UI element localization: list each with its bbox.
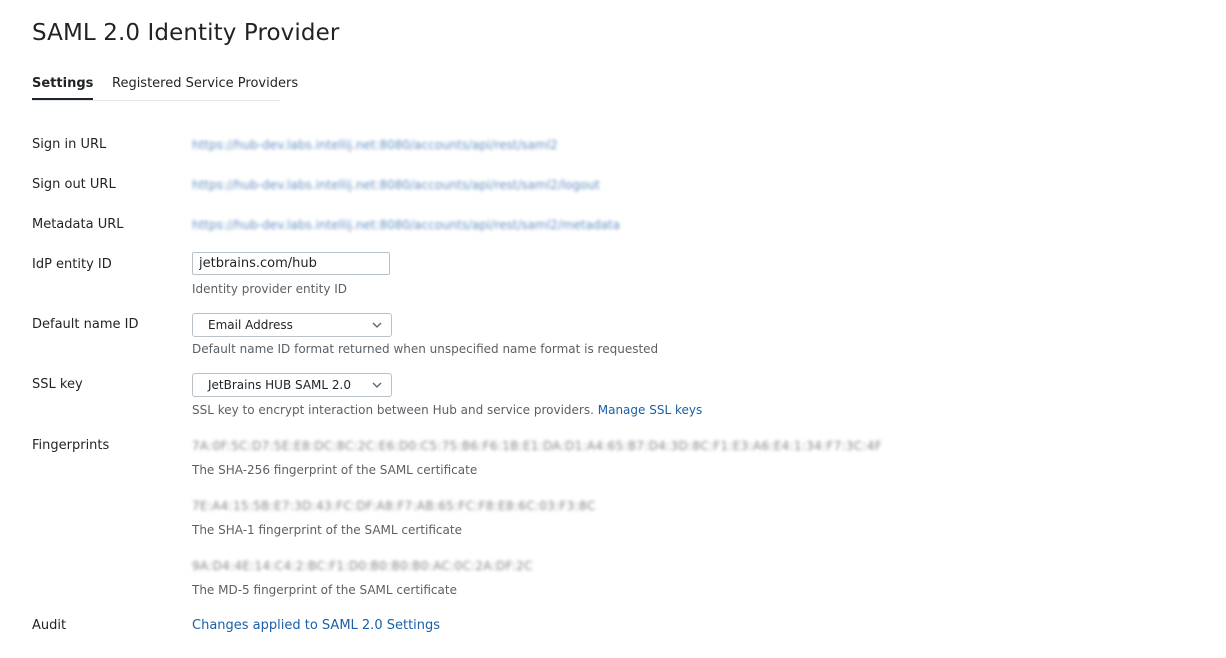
tab-registered-service-providers[interactable]: Registered Service Providers (112, 75, 298, 93)
tab-bar: Settings Registered Service Providers (32, 75, 298, 101)
sign-in-url-label: Sign in URL (32, 137, 107, 152)
tab-settings[interactable]: Settings (32, 75, 94, 100)
sign-out-url-value: https://hub-dev.labs.intellij.net:8080/a… (192, 178, 600, 192)
manage-ssl-keys-link[interactable]: Manage SSL keys (598, 403, 702, 417)
metadata-url-label: Metadata URL (32, 217, 124, 232)
sha1-fingerprint-hint: The SHA-1 fingerprint of the SAML certif… (192, 523, 462, 537)
metadata-url-value: https://hub-dev.labs.intellij.net:8080/a… (192, 218, 620, 232)
default-name-id-hint: Default name ID format returned when uns… (192, 342, 659, 356)
audit-changes-link[interactable]: Changes applied to SAML 2.0 Settings (192, 617, 440, 635)
ssl-key-value: JetBrains HUB SAML 2.0 (208, 378, 351, 392)
default-name-id-label: Default name ID (32, 317, 139, 332)
audit-label: Audit (32, 618, 67, 633)
sha256-fingerprint-hint: The SHA-256 fingerprint of the SAML cert… (192, 463, 478, 477)
chevron-down-icon (372, 322, 382, 328)
idp-entity-id-label: IdP entity ID (32, 257, 112, 272)
sha1-fingerprint-value: 7E:A4:15:5B:E7:3D:43:FC:DF:A8:F7:AB:65:F… (192, 499, 596, 513)
sign-out-url-label: Sign out URL (32, 177, 116, 192)
ssl-key-label: SSL key (32, 377, 83, 392)
md5-fingerprint-value: 9A:D4:4E:14:C4:2:BC:F1:D0:B0:B0:B0:AC:0C… (192, 559, 533, 573)
sha256-fingerprint-value: 7A:0F:5C:D7:5E:E8:DC:8C:2C:E6:D0:C5:75:B… (192, 439, 882, 453)
fingerprints-label: Fingerprints (32, 438, 110, 453)
sign-in-url-value: https://hub-dev.labs.intellij.net:8080/a… (192, 138, 558, 152)
idp-entity-id-input[interactable] (192, 252, 390, 275)
ssl-key-hint: SSL key to encrypt interaction between H… (192, 402, 702, 418)
ssl-key-select[interactable]: JetBrains HUB SAML 2.0 (192, 373, 392, 397)
page-title: SAML 2.0 Identity Provider (32, 20, 340, 46)
ssl-key-hint-text: SSL key to encrypt interaction between H… (192, 403, 594, 417)
md5-fingerprint-hint: The MD-5 fingerprint of the SAML certifi… (192, 583, 457, 597)
chevron-down-icon (372, 382, 382, 388)
default-name-id-select[interactable]: Email Address (192, 313, 392, 337)
idp-entity-id-hint: Identity provider entity ID (192, 282, 348, 296)
default-name-id-value: Email Address (208, 318, 293, 332)
